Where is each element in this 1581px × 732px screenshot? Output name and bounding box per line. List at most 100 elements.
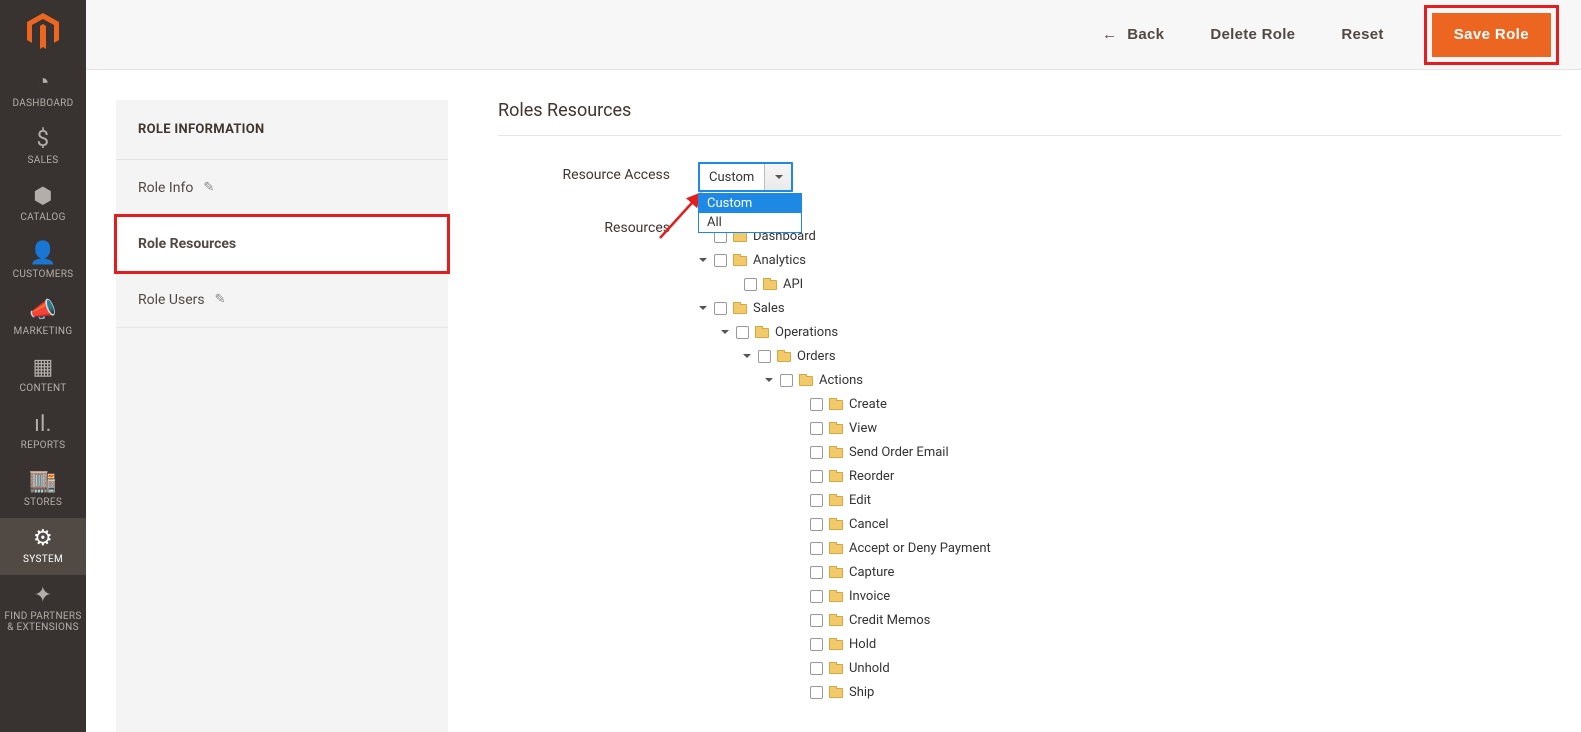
caret-down-icon	[764, 163, 792, 191]
tree-node-label[interactable]: Edit	[849, 493, 871, 508]
nav-customers[interactable]: 👤CUSTOMERS	[0, 233, 86, 290]
folder-icon	[755, 326, 769, 338]
tree-node-label[interactable]: Sales	[753, 301, 785, 316]
tree-node-label[interactable]: Accept or Deny Payment	[849, 541, 991, 556]
nav-marketing[interactable]: 📣MARKETING	[0, 290, 86, 347]
resources-label: Resources	[498, 218, 698, 236]
tree-checkbox[interactable]	[810, 518, 823, 531]
folder-icon	[829, 470, 843, 482]
panel-item-label: Role Users	[138, 292, 205, 308]
resource-tree: DashboardAnalyticsAPISalesOperationsOrde…	[698, 224, 1561, 704]
back-button[interactable]: ← Back	[1096, 25, 1170, 44]
tree-checkbox[interactable]	[810, 494, 823, 507]
save-role-button[interactable]: Save Role	[1432, 13, 1551, 57]
tree-node: Sales	[698, 296, 1561, 320]
folder-icon	[799, 374, 813, 386]
tree-checkbox[interactable]	[736, 326, 749, 339]
folder-icon	[829, 518, 843, 530]
folder-icon	[829, 398, 843, 410]
tree-node: Ship	[810, 680, 1561, 704]
reset-button[interactable]: Reset	[1335, 25, 1389, 44]
panel-item-role-resources[interactable]: Role Resources	[116, 216, 448, 272]
tree-node-label[interactable]: Operations	[775, 325, 838, 340]
expand-toggle-icon[interactable]	[698, 303, 708, 313]
tree-checkbox[interactable]	[810, 590, 823, 603]
nav-system[interactable]: ⚙SYSTEM	[0, 518, 86, 575]
tree-node-label[interactable]: Reorder	[849, 469, 894, 484]
tree-node-label[interactable]: Actions	[819, 373, 863, 388]
expand-toggle-icon[interactable]	[698, 255, 708, 265]
nav-label: DASHBOARD	[12, 98, 73, 109]
resources-row: Resources DashboardAnalyticsAPISalesOper…	[498, 218, 1561, 704]
tree-checkbox[interactable]	[810, 638, 823, 651]
folder-icon	[829, 422, 843, 434]
pencil-icon: ✎	[203, 180, 214, 195]
magento-icon	[27, 13, 59, 49]
tree-node-label[interactable]: Hold	[849, 637, 876, 652]
panel-title: ROLE INFORMATION	[116, 100, 448, 160]
tree-checkbox[interactable]	[810, 614, 823, 627]
tree-node-label[interactable]: Capture	[849, 565, 894, 580]
option-custom[interactable]: Custom	[699, 194, 801, 213]
tree-checkbox[interactable]	[758, 350, 771, 363]
tree-node-label[interactable]: View	[849, 421, 877, 436]
expand-toggle-icon[interactable]	[720, 327, 730, 337]
resource-access-select[interactable]: Custom	[698, 162, 793, 192]
tree-node-label[interactable]: Unhold	[849, 661, 890, 676]
tree-checkbox[interactable]	[810, 446, 823, 459]
tree-checkbox[interactable]	[810, 542, 823, 555]
tree-checkbox[interactable]	[810, 470, 823, 483]
expand-toggle-icon[interactable]	[764, 375, 774, 385]
expand-toggle-icon[interactable]	[742, 351, 752, 361]
tree-node-label[interactable]: API	[783, 277, 803, 292]
page-actions: ← Back Delete Role Reset Save Role	[86, 0, 1581, 70]
nav-icon: ⚙	[0, 528, 86, 550]
nav-catalog[interactable]: ⬢CATALOG	[0, 176, 86, 233]
tree-node: Orders	[742, 344, 1561, 368]
tree-checkbox[interactable]	[744, 278, 757, 291]
save-highlight: Save Role	[1424, 5, 1559, 65]
tree-checkbox[interactable]	[810, 398, 823, 411]
nav-sales[interactable]: $SALES	[0, 119, 86, 176]
main-area: ← Back Delete Role Reset Save Role ROLE …	[86, 0, 1581, 732]
panel-item-role-info[interactable]: Role Info ✎	[116, 160, 448, 216]
tree-node-label[interactable]: Cancel	[849, 517, 889, 532]
nav-icon: ıl.	[0, 414, 86, 436]
tree-checkbox[interactable]	[780, 374, 793, 387]
nav-dashboard[interactable]: ◔DASHBOARD	[0, 62, 86, 119]
nav-label: SALES	[28, 155, 59, 166]
nav-reports[interactable]: ıl. REPORTS	[0, 404, 86, 461]
tree-node-label[interactable]: Create	[849, 397, 887, 412]
tree-checkbox[interactable]	[714, 254, 727, 267]
panel-item-role-users[interactable]: Role Users✎	[116, 272, 448, 328]
delete-role-button[interactable]: Delete Role	[1204, 25, 1301, 44]
tree-node-label[interactable]: Credit Memos	[849, 613, 930, 628]
nav-find-partners-extensions[interactable]: ✦FIND PARTNERS & EXTENSIONS	[0, 575, 86, 643]
magento-logo[interactable]	[0, 0, 86, 62]
option-all[interactable]: All	[699, 213, 801, 232]
tree-node: Edit	[810, 488, 1561, 512]
tree-checkbox[interactable]	[714, 302, 727, 315]
tree-node-label[interactable]: Send Order Email	[849, 445, 949, 460]
folder-icon	[829, 638, 843, 650]
panel-item-label: Role Info	[138, 180, 193, 196]
tree-node: Unhold	[810, 656, 1561, 680]
resource-access-label: Resource Access	[498, 162, 698, 183]
tree-node: Actions	[764, 368, 1561, 392]
tree-checkbox[interactable]	[810, 662, 823, 675]
tree-node-label[interactable]: Ship	[849, 685, 874, 700]
tree-checkbox[interactable]	[810, 566, 823, 579]
tree-node: Cancel	[810, 512, 1561, 536]
tree-checkbox[interactable]	[810, 422, 823, 435]
nav-stores[interactable]: 🏬STORES	[0, 461, 86, 518]
nav-label: REPORTS	[21, 440, 66, 451]
tree-node: Create	[810, 392, 1561, 416]
nav-content[interactable]: ▦CONTENT	[0, 347, 86, 404]
nav-icon: ⬢	[0, 186, 86, 208]
tree-node-label[interactable]: Analytics	[753, 253, 806, 268]
section-title: Roles Resources	[498, 100, 1561, 136]
nav-label: CUSTOMERS	[13, 269, 74, 280]
tree-node-label[interactable]: Orders	[797, 349, 836, 364]
tree-node-label[interactable]: Invoice	[849, 589, 890, 604]
tree-checkbox[interactable]	[810, 686, 823, 699]
